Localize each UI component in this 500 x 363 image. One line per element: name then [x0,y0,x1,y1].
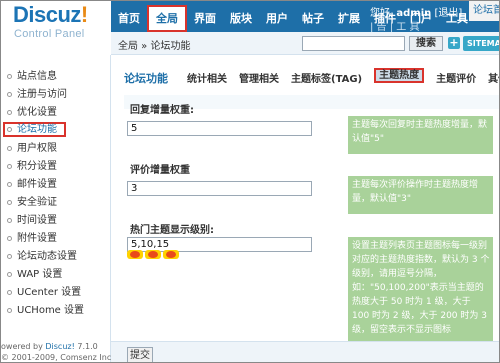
sidebar-item-1[interactable]: 注册与访问 [1,87,109,102]
sidebar-item-label: 附件设置 [17,233,57,244]
search-button[interactable]: 搜索 [409,36,443,51]
sidebar: 站点信息注册与访问优化设置论坛功能用户权限积分设置邮件设置安全验证时间设置附件设… [1,55,114,362]
logo-bang: ! [80,2,88,27]
sidebar-item-label: 论坛功能 [17,124,57,135]
bullet-icon [7,200,12,205]
nav-tab-5[interactable]: 帖子 [295,5,331,32]
hot-level-1-icon [127,250,143,259]
hot-level-icons [127,250,181,259]
rate-weight-label: 评价增量权重 [130,165,190,176]
subtab-0[interactable]: 统计相关 [187,70,227,85]
subtab-5[interactable]: 其他 [488,70,499,85]
sidebar-item-6[interactable]: 邮件设置 [1,177,109,192]
bullet-icon [7,146,12,151]
sidebar-item-label: 时间设置 [17,215,57,226]
footer: owered by Discuz! 7.1.0 © 2001-2009, Com… [1,341,114,362]
user-bar: 您好, admin [退出] [370,4,462,19]
sidebar-item-5[interactable]: 积分设置 [1,159,109,174]
sidebar-item-7[interactable]: 安全验证 [1,195,109,210]
bullet-icon [7,74,12,79]
app-window: Discuz! Control Panel 首页 全局 界面 版块 用户 帖子 扩展 插件 门户… [0,0,500,363]
forum-home-link[interactable]: 论坛首 [469,1,499,21]
main-panel: 论坛功能 统计相关管理相关主题标签(TAG) 主题热度主题评价其他 回复增量权重:… [111,55,499,362]
subtab-3[interactable]: 主题热度 [374,68,425,83]
footer-copyright: © 2001-2009, Comsenz Inc. [1,353,114,362]
sitemap-button[interactable]: SITEMAP [463,36,499,51]
bullet-icon [7,127,12,132]
sidebar-item-label: 积分设置 [17,161,57,172]
subtab-4[interactable]: 主题评价 [436,70,476,85]
submit-button[interactable]: 提交 [127,347,153,362]
bullet-icon [7,182,12,187]
bullet-icon [7,218,12,223]
reply-weight-label: 回复增量权重: [130,105,194,116]
sidebar-item-label: 注册与访问 [17,89,67,100]
hot-level-3-icon [163,250,179,259]
bullet-icon [7,110,12,115]
logo-text: Discuz [13,2,81,27]
footer-brand[interactable]: Discuz! [45,342,74,351]
bullet-icon [7,290,12,295]
breadcrumb-bar: 全局 » 论坛功能 搜索 + SITEMAP [111,32,499,55]
subtab-1[interactable]: 管理相关 [239,70,279,85]
bullet-icon [7,308,12,313]
bullet-icon [7,92,12,97]
sidebar-item-11[interactable]: WAP 设置 [1,267,109,282]
rate-weight-hint: 主题每次评价操作时主题热度增量，默认值"3" [348,176,493,214]
bullet-icon [7,236,12,241]
sidebar-item-label: WAP 设置 [17,269,63,280]
sidebar-item-label: 优化设置 [17,107,57,118]
sidebar-item-3[interactable]: 论坛功能 [3,122,66,137]
nav-tab-2[interactable]: 界面 [187,5,223,32]
sidebar-item-13[interactable]: UCHome 设置 [1,303,109,318]
sidebar-item-label: 用户权限 [17,143,57,154]
sidebar-item-0[interactable]: 站点信息 [1,69,109,84]
rate-weight-input[interactable]: 3 [127,181,312,196]
footer-version: 7.1.0 [74,342,98,351]
breadcrumb: 全局 » 论坛功能 [118,41,191,52]
subtab-bar: 统计相关管理相关主题标签(TAG) 主题热度主题评价其他 [187,68,499,85]
logo-subtitle: Control Panel [14,28,85,40]
sidebar-item-label: UCHome 设置 [17,305,85,316]
sidebar-item-4[interactable]: 用户权限 [1,141,109,156]
sidebar-item-label: 论坛动态设置 [17,251,77,262]
submit-bar [111,341,499,362]
sidebar-item-2[interactable]: 优化设置 [1,105,109,120]
sidebar-item-label: UCenter 设置 [17,287,82,298]
add-shortcut-button[interactable]: + [448,37,460,49]
footer-prefix: owered by [1,342,46,351]
nav-tab-3[interactable]: 版块 [223,5,259,32]
logo: Discuz! Control Panel [1,1,111,55]
sidebar-item-label: 安全验证 [17,197,57,208]
sidebar-item-10[interactable]: 论坛动态设置 [1,249,109,264]
sidebar-item-9[interactable]: 附件设置 [1,231,109,246]
bullet-icon [7,254,12,259]
sidebar-item-12[interactable]: UCenter 设置 [1,285,109,300]
reply-weight-hint: 主题每次回复时主题热度增量，默认值"5" [348,116,493,154]
nav-tab-4[interactable]: 用户 [259,5,295,32]
hot-level-hint: 设置主题列表页主题图标每一级别对应的主题热度指数，默认为 3 个级别，请用逗号分… [348,237,493,341]
sidebar-item-label: 邮件设置 [17,179,57,190]
reply-weight-input[interactable]: 5 [127,121,312,136]
nav-tab-0[interactable]: 首页 [111,5,147,32]
tools-row: | 告 | 工 具 [370,22,420,33]
hot-level-label: 热门主题显示级别: [130,225,214,236]
search-input[interactable] [302,36,405,51]
nav-tab-6[interactable]: 扩展 [331,5,367,32]
bullet-icon [7,272,12,277]
hot-level-2-icon [145,250,161,259]
sidebar-item-8[interactable]: 时间设置 [1,213,109,228]
bullet-icon [7,164,12,169]
nav-tab-1[interactable]: 全局 [147,5,187,32]
page-title: 论坛功能 [124,72,168,85]
logout-link[interactable]: [退出] [434,8,462,19]
subtab-2[interactable]: 主题标签(TAG) [291,70,362,85]
sidebar-item-label: 站点信息 [17,71,57,82]
